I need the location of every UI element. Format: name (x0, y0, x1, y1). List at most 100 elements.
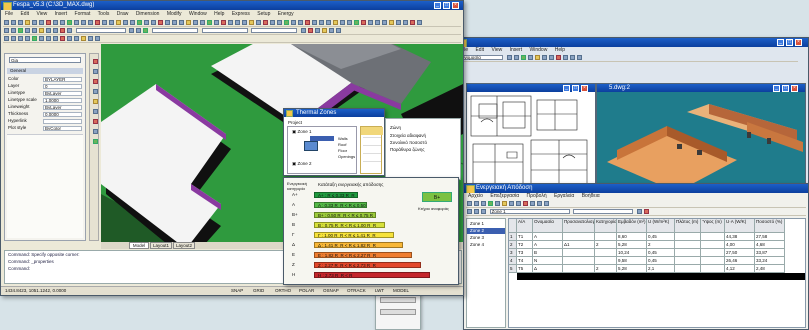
toolbar-icon[interactable] (474, 209, 479, 214)
toolbar-icon[interactable] (513, 55, 519, 60)
status-osnap[interactable]: OSNAP (323, 287, 339, 295)
toolbar-icon[interactable] (60, 20, 65, 25)
tab-layout2[interactable]: Layout2 (173, 242, 195, 249)
table-cell[interactable]: 8,60 (617, 233, 647, 241)
table-cell[interactable]: 0,45 (647, 233, 675, 241)
table-cell[interactable]: Δ1 (563, 241, 595, 249)
toolbar-icon[interactable] (312, 20, 317, 25)
table-cell[interactable]: Τ5 (517, 265, 533, 273)
secondary-combo[interactable] (573, 209, 634, 214)
toolbar-icon[interactable] (506, 55, 512, 60)
zone-combo[interactable]: Zone 1 (489, 209, 570, 214)
toolbar-icon[interactable] (235, 20, 240, 25)
toolbar-icon[interactable] (67, 36, 72, 41)
toolbar-icon[interactable] (25, 36, 30, 41)
table-cell[interactable] (563, 265, 595, 273)
tab-model[interactable]: Model (129, 242, 149, 249)
toolbar-icon[interactable] (523, 201, 528, 206)
toolbar-icon[interactable] (4, 20, 9, 25)
minimize-icon[interactable]: _ (777, 39, 784, 46)
properties-selector[interactable]: Gia (9, 57, 81, 63)
table-cell[interactable]: 33,87 (755, 249, 785, 257)
property-row[interactable]: Linetype ByLayer (5, 90, 85, 96)
toolbar-icon[interactable] (93, 89, 98, 94)
lineweight-combo[interactable] (251, 28, 298, 33)
row-number[interactable]: 1 (509, 233, 517, 241)
menu-item[interactable]: Format (75, 11, 91, 17)
toolbar-icon[interactable] (123, 20, 128, 25)
toolbar-icon[interactable] (340, 20, 345, 25)
tree-item-selected[interactable]: Zone 2 (467, 228, 505, 234)
menu-item[interactable]: Insert (55, 11, 68, 17)
toolbar-icon[interactable] (60, 28, 65, 33)
column-header[interactable]: U·A (W/K) (725, 219, 755, 233)
maximize-icon[interactable]: □ (782, 84, 789, 92)
property-row[interactable]: Plot style ByColor (5, 125, 85, 131)
status-ortho[interactable]: ORTHO (275, 287, 291, 295)
table-cell[interactable]: 2,1 (647, 265, 675, 273)
column-header[interactable]: Εμβαδόν (m²) (617, 219, 647, 233)
toolbar-icon[interactable] (389, 20, 394, 25)
tab-layout1[interactable]: Layout1 (150, 242, 172, 249)
toolbar-icon[interactable] (548, 55, 554, 60)
toolbar-icon[interactable] (326, 20, 331, 25)
minimize-icon[interactable]: _ (773, 84, 780, 92)
menu-item[interactable]: Προβολή (527, 193, 547, 199)
dialog-titlebar[interactable]: Thermal Zones (284, 109, 384, 117)
toolbar-icon[interactable] (46, 20, 51, 25)
column-header[interactable]: Ύψος (m) (701, 219, 725, 233)
menu-item[interactable]: Βοήθεια (582, 193, 600, 199)
menu-item[interactable]: Help (214, 11, 224, 17)
table-cell[interactable] (701, 265, 725, 273)
table-cell[interactable]: 10,24 (617, 249, 647, 257)
toolbar-icon[interactable] (200, 20, 205, 25)
3d-window-titlebar[interactable]: 5.dwg:2 _ □ × (597, 84, 805, 92)
toolbar-icon[interactable] (467, 201, 472, 206)
toolbar-icon[interactable] (67, 28, 72, 33)
menu-item[interactable]: Insert (510, 47, 523, 53)
close-icon[interactable]: × (452, 2, 459, 9)
minimize-icon[interactable]: _ (563, 84, 570, 92)
toolbar-icon[interactable] (298, 20, 303, 25)
row-number[interactable]: 2 (509, 241, 517, 249)
color-combo[interactable] (152, 28, 199, 33)
close-icon[interactable]: × (791, 84, 798, 92)
table-cell[interactable] (701, 233, 725, 241)
toolbar-icon[interactable] (301, 28, 307, 33)
toolbar-icon[interactable] (165, 20, 170, 25)
column-header[interactable]: Προσανατολισμός (563, 219, 595, 233)
toolbar-icon[interactable] (81, 36, 86, 41)
menu-item[interactable]: Help (555, 47, 565, 53)
menu-item[interactable]: Edit (20, 11, 29, 17)
menu-item[interactable]: Εργαλεία (554, 193, 574, 199)
maximize-icon[interactable]: □ (572, 84, 579, 92)
menu-item[interactable]: Dimension (136, 11, 160, 17)
toolbar-icon[interactable] (481, 201, 486, 206)
toolbar-icon[interactable] (193, 20, 198, 25)
table-cell[interactable] (675, 249, 701, 257)
table-cell[interactable]: 2 (647, 241, 675, 249)
toolbar-icon[interactable] (18, 28, 23, 33)
toolbar-icon[interactable] (53, 20, 58, 25)
toolbar-icon[interactable] (172, 20, 177, 25)
toolbar-icon[interactable] (25, 28, 30, 33)
status-otrack[interactable]: OTRACK (347, 287, 366, 295)
column-header[interactable] (509, 219, 517, 233)
toolbar-icon[interactable] (555, 55, 561, 60)
toolbar-icon[interactable] (270, 20, 275, 25)
tree-child[interactable]: Roof (338, 142, 346, 147)
toolbar-icon[interactable] (18, 20, 23, 25)
property-row[interactable]: Hyperlink (5, 118, 85, 124)
table-cell[interactable]: 2 (595, 241, 617, 249)
toolbar-icon[interactable] (221, 20, 226, 25)
toolbar-icon[interactable] (333, 20, 338, 25)
toolbar-icon[interactable] (88, 20, 93, 25)
toolbar-icon[interactable] (4, 28, 9, 33)
table-cell[interactable]: 4,68 (755, 241, 785, 249)
toolbar-icon[interactable] (25, 20, 30, 25)
toolbar-icon[interactable] (502, 201, 507, 206)
toolbar-icon[interactable] (158, 20, 163, 25)
toolbar-icon[interactable] (93, 69, 98, 74)
toolbar-icon[interactable] (151, 20, 156, 25)
tree-child[interactable]: Openings (338, 154, 355, 159)
